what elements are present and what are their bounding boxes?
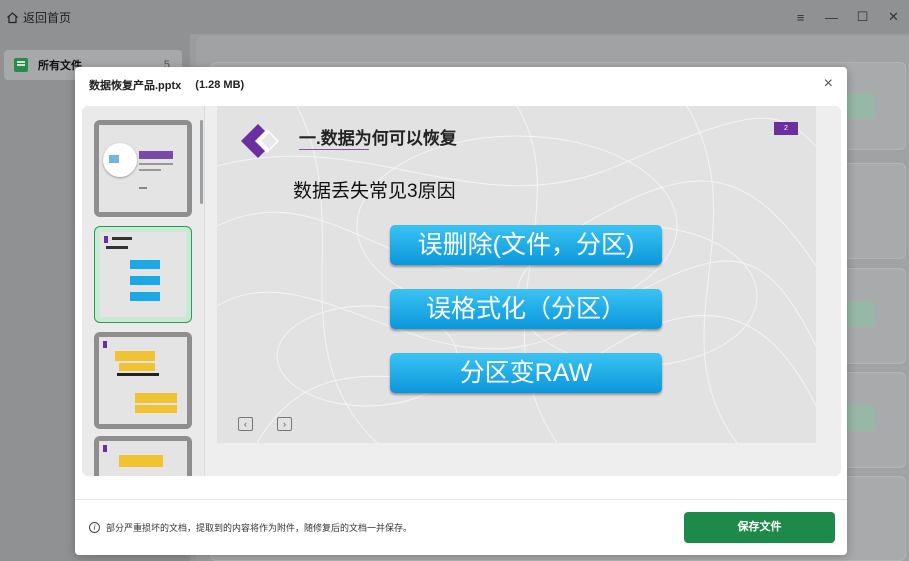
thumbnail-page — [99, 125, 187, 212]
save-file-button[interactable]: 保存文件 — [684, 512, 835, 543]
home-icon — [7, 11, 18, 23]
thumbnail-scrollbar[interactable] — [200, 120, 203, 204]
title-underline — [299, 149, 369, 150]
minimize-icon[interactable]: — — [816, 10, 847, 25]
maximize-icon[interactable]: ☐ — [847, 9, 878, 25]
prev-slide-button[interactable]: ‹ — [238, 417, 253, 431]
slide-subtitle: 数据丢失常见3原因 — [293, 181, 456, 202]
dialog-header: 数据恢复产品.pptx (1.28 MB) × — [75, 67, 847, 103]
thumbnail-page — [99, 441, 187, 476]
slide-reason-box: 误删除(文件，分区) — [390, 225, 662, 265]
file-size: (1.28 MB) — [195, 79, 245, 91]
slide-thumbnail-list[interactable] — [82, 106, 205, 476]
notice-text: i 部分严重损坏的文档，提取到的内容将作为附件，随修复后的文档一并保存。 — [89, 521, 412, 534]
slide-reason-box: 误格式化（分区） — [390, 289, 662, 329]
info-icon: i — [89, 522, 100, 533]
next-slide-button[interactable]: › — [277, 417, 292, 431]
file-name: 数据恢复产品.pptx — [89, 80, 182, 92]
thumbnail-page — [99, 337, 187, 424]
file-icon — [14, 58, 28, 72]
dialog-divider — [75, 499, 847, 500]
menu-icon[interactable]: ≡ — [785, 10, 816, 25]
slide-page-badge: 2 — [774, 122, 798, 135]
slide-thumbnail[interactable] — [94, 120, 192, 217]
slide-thumbnail[interactable] — [94, 436, 192, 476]
window-controls: ≡ — ☐ ✕ — [785, 0, 909, 34]
back-home-link[interactable]: 返回首页 — [6, 9, 71, 26]
notice-label: 部分严重损坏的文档，提取到的内容将作为附件，随修复后的文档一并保存。 — [106, 523, 413, 533]
slide-reason-box: 分区变RAW — [390, 353, 662, 393]
diamond-logo-icon — [241, 124, 279, 158]
slide-thumbnail[interactable] — [94, 332, 192, 429]
slide-title: 一.数据为何可以恢复 — [299, 129, 457, 148]
file-preview-dialog: 数据恢复产品.pptx (1.28 MB) × 一.数据为何可以恢复 2 数据丢… — [75, 67, 847, 555]
close-icon[interactable]: × — [824, 75, 833, 93]
close-window-icon[interactable]: ✕ — [878, 9, 909, 25]
slide-preview: 一.数据为何可以恢复 2 数据丢失常见3原因 误删除(文件，分区) 误格式化（分… — [217, 106, 816, 443]
preview-area: 一.数据为何可以恢复 2 数据丢失常见3原因 误删除(文件，分区) 误格式化（分… — [82, 106, 841, 476]
slide-thumbnail-active[interactable] — [94, 226, 192, 323]
title-bar: 返回首页 ≡ — ☐ ✕ — [0, 0, 909, 34]
back-home-label: 返回首页 — [23, 10, 72, 25]
thumbnail-page — [100, 232, 186, 317]
